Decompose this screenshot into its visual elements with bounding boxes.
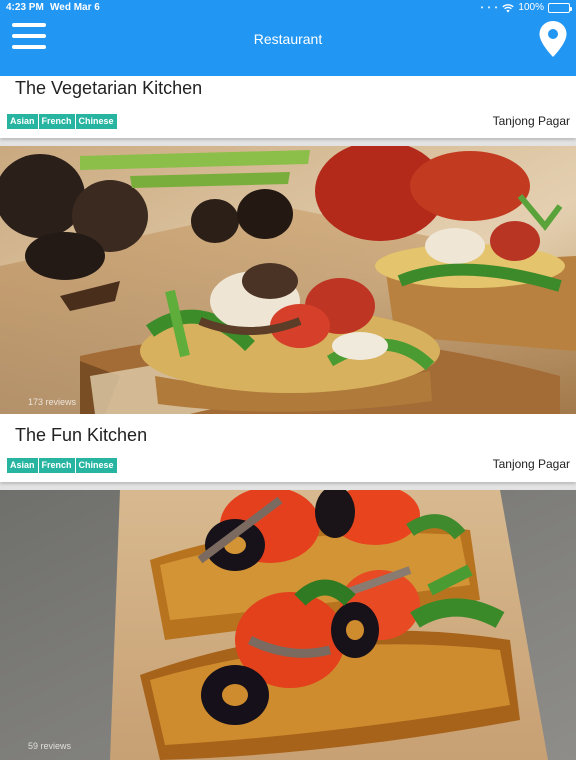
status-date: Wed Mar 6 xyxy=(50,2,100,13)
cuisine-tag: Chinese xyxy=(75,458,117,473)
page-title: Restaurant xyxy=(253,31,323,47)
cuisine-tag: Asian xyxy=(7,458,39,473)
cuisine-tag: French xyxy=(38,114,76,129)
signal-dots-icon: • • • xyxy=(480,3,499,12)
restaurant-card[interactable]: 59 reviews xyxy=(0,490,576,768)
restaurant-name: The Fun Kitchen xyxy=(15,425,148,445)
cuisine-tags: Asian French Chinese xyxy=(7,458,117,473)
restaurant-list[interactable]: The Vegetarian Kitchen Asian French Chin… xyxy=(0,76,576,768)
battery-percent: 100% xyxy=(518,2,544,13)
restaurant-photo[interactable]: 59 reviews xyxy=(0,490,576,760)
restaurant-photo[interactable]: 173 reviews xyxy=(0,146,576,414)
review-count: 59 reviews xyxy=(28,741,72,751)
status-time: 4:23 PM xyxy=(6,2,44,13)
restaurant-area: Tanjong Pagar xyxy=(492,457,570,471)
cuisine-tag: Chinese xyxy=(75,114,117,129)
cuisine-tags: Asian French Chinese xyxy=(7,114,117,129)
restaurant-area: Tanjong Pagar xyxy=(492,114,570,128)
restaurant-card[interactable]: 173 reviews The Fun Kitchen Asian French… xyxy=(0,146,576,482)
review-count: 173 reviews xyxy=(28,397,77,407)
restaurant-card[interactable]: The Vegetarian Kitchen Asian French Chin… xyxy=(0,76,576,138)
status-right: • • • 100% xyxy=(480,0,572,16)
restaurant-name: The Vegetarian Kitchen xyxy=(15,78,203,98)
cuisine-tag: French xyxy=(38,458,76,473)
status-bar: 4:23 PM Wed Mar 6 • • • 100% xyxy=(0,0,576,16)
wifi-icon xyxy=(502,4,515,13)
map-pin-icon[interactable] xyxy=(538,20,568,58)
cuisine-tag: Asian xyxy=(7,114,39,129)
app-bar: 4:23 PM Wed Mar 6 • • • 100% Restaurant xyxy=(0,0,576,76)
battery-icon xyxy=(548,3,572,13)
